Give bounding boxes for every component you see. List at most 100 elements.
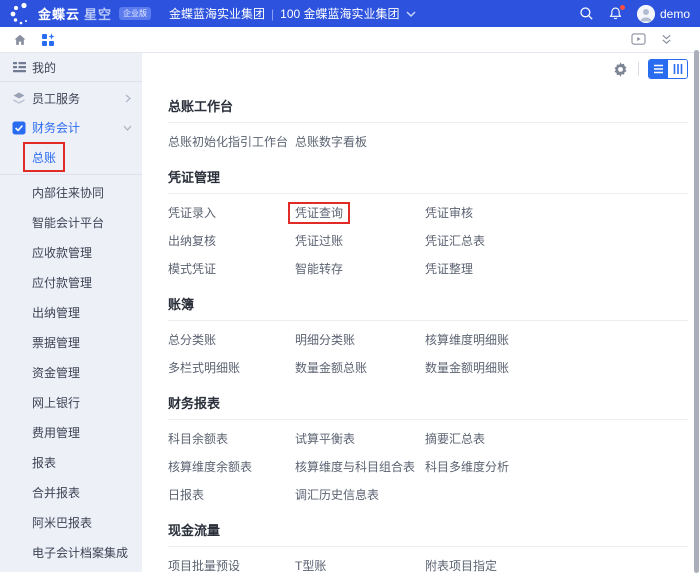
avatar	[636, 4, 655, 23]
menu-link[interactable]: 凭证过账	[295, 227, 343, 255]
section-ledgers: 账簿总分类账 明细分类账 核算维度明细账多栏式明细账 数量金额总账 数量金额明细账	[168, 291, 688, 390]
sidebar-item-general-ledger[interactable]: 总账	[0, 141, 142, 172]
sidebar-item-my[interactable]: 我的	[0, 55, 142, 79]
menu-link[interactable]: 摘要汇总表	[425, 425, 485, 453]
tab-bar: ⋮	[0, 27, 700, 53]
menu-link[interactable]: 总账数字看板	[295, 128, 367, 156]
menu-link[interactable]: 科目余额表	[168, 425, 228, 453]
tab-bar-left	[12, 32, 56, 48]
search-icon[interactable]	[579, 6, 595, 22]
edition-badge: 企业版	[119, 7, 152, 20]
employee-service-icon	[12, 92, 26, 106]
sidebar-item-reports[interactable]: 报表	[0, 447, 142, 477]
menu-link[interactable]: 调汇历史信息表	[295, 481, 379, 509]
section-title: 总账工作台	[168, 99, 234, 114]
sidebar-item-payable[interactable]: 应付款管理	[0, 267, 142, 297]
view-toggle	[648, 59, 688, 79]
notification-dot	[619, 4, 625, 10]
apps-grid-icon[interactable]	[40, 32, 56, 48]
sidebar-item-cashier[interactable]: 出纳管理	[0, 297, 142, 327]
menu-link[interactable]: 智能转存	[295, 255, 343, 283]
sidebar-item-expense[interactable]: 费用管理	[0, 417, 142, 447]
clipped-more-icon: ⋮	[696, 33, 700, 47]
sidebar-item-treasury[interactable]: 资金管理	[0, 357, 142, 387]
sidebar-item-label: 总账	[22, 141, 66, 172]
home-icon[interactable]	[12, 32, 28, 48]
topbar-actions: demo	[579, 4, 690, 23]
section-grid: 总分类账 明细分类账 核算维度明细账多栏式明细账 数量金额总账 数量金额明细账	[168, 321, 688, 390]
topbar: 金蝶云 星空 企业版 金蝶蓝海实业集团 | 100 金蝶蓝海实业集团 demo	[0, 0, 700, 27]
org-separator: |	[271, 6, 275, 21]
sidebar-item-amoeba-reports[interactable]: 阿米巴报表	[0, 507, 142, 537]
sidebar-item-label: 合并报表	[32, 485, 81, 500]
sidebar-item-label: 阿米巴报表	[32, 515, 93, 530]
sidebar-item-internal-transaction[interactable]: 内部往来协同	[0, 177, 142, 207]
card-view-button[interactable]	[668, 60, 687, 78]
org-switcher[interactable]: 金蝶蓝海实业集团 | 100 金蝶蓝海实业集团	[169, 5, 416, 22]
logo-text-secondary: 星空	[84, 7, 113, 22]
sidebar-item-label: 电子会计档案集成	[32, 545, 129, 560]
menu-link[interactable]: 数量金额明细账	[425, 354, 509, 382]
menu-link[interactable]: 核算维度余额表	[168, 453, 252, 481]
sidebar-item-financial-accounting[interactable]: 财务会计	[0, 113, 142, 142]
menu-link[interactable]: 总账初始化指引工作台	[168, 128, 288, 156]
sidebar-item-e-archive[interactable]: 电子会计档案集成	[0, 537, 142, 567]
sidebar-item-label: 票据管理	[32, 335, 81, 350]
sidebar-item-online-banking[interactable]: 网上银行	[0, 387, 142, 417]
menu-sections: 总账工作台总账初始化指引工作台 总账数字看板凭证管理凭证录入 凭证查询 凭证审核出纳复…	[168, 93, 688, 572]
menu-link[interactable]: 凭证整理	[425, 255, 473, 283]
menu-link[interactable]: 试算平衡表	[295, 425, 355, 453]
sidebar-item-label: 费用管理	[32, 425, 81, 440]
menu-link[interactable]: 科目多维度分析	[425, 453, 509, 481]
sidebar-item-employee-service[interactable]: 员工服务	[0, 84, 142, 113]
menu-link[interactable]: 明细分类账	[295, 326, 355, 354]
sidebar-item-label: 内部往来协同	[32, 185, 105, 200]
chevron-down-icon	[406, 11, 416, 17]
menu-link[interactable]: 模式凭证	[168, 255, 216, 283]
menu-link[interactable]: 核算维度明细账	[425, 326, 509, 354]
menu-link[interactable]: 凭证审核	[425, 199, 473, 227]
sidebar-item-label: 员工服务	[32, 92, 81, 106]
user-menu[interactable]: demo	[636, 4, 690, 23]
menu-link[interactable]: 数量金额总账	[295, 354, 367, 382]
section-title: 财务报表	[168, 396, 221, 411]
sidebar-item-receivable[interactable]: 应收款管理	[0, 237, 142, 267]
section-title: 凭证管理	[168, 170, 221, 185]
main-content: 总账工作台总账初始化指引工作台 总账数字看板凭证管理凭证录入 凭证查询 凭证审核出纳复…	[142, 53, 700, 572]
menu-link[interactable]: 凭证查询	[287, 199, 351, 227]
sidebar-item-notes[interactable]: 票据管理	[0, 327, 142, 357]
section-title: 现金流量	[168, 523, 221, 538]
menu-link[interactable]: 核算维度与科目组合表	[295, 453, 415, 481]
menu-link[interactable]: 出纳复核	[168, 227, 216, 255]
section-voucher-management: 凭证管理凭证录入 凭证查询 凭证审核出纳复核 凭证过账 凭证汇总表模式凭证 智能转存 凭证整…	[168, 164, 688, 291]
expand-double-chevron-icon[interactable]	[658, 32, 674, 48]
sidebar-item-label: 出纳管理	[32, 305, 81, 320]
menu-link[interactable]: 附表项目指定	[425, 552, 497, 572]
section-grid: 凭证录入 凭证查询 凭证审核出纳复核 凭证过账 凭证汇总表模式凭证 智能转存 凭证整理	[168, 194, 688, 291]
org-group-name: 金蝶蓝海实业集团	[169, 7, 266, 21]
menu-link[interactable]: 总分类账	[168, 326, 216, 354]
vertical-scrollbar[interactable]	[694, 50, 699, 573]
menu-link[interactable]: 多栏式明细账	[168, 354, 240, 382]
menu-link[interactable]: 项目批量预设	[168, 552, 240, 572]
section-cash-flow: 现金流量项目批量预设T型账附表项目指定附表项目调整现金流量表现金流量查询	[168, 517, 688, 572]
sidebar-item-tax[interactable]: 税务管理	[0, 567, 142, 572]
menu-link[interactable]: 凭证汇总表	[425, 227, 485, 255]
sidebar-item-intelligent-accounting[interactable]: 智能会计平台	[0, 207, 142, 237]
menu-link[interactable]: 日报表	[168, 481, 204, 509]
section-title: 账簿	[168, 297, 195, 312]
sidebar-item-consolidated-reports[interactable]: 合并报表	[0, 477, 142, 507]
video-guide-icon[interactable]	[630, 32, 646, 48]
bell-icon[interactable]	[608, 4, 625, 22]
logo-text-primary: 金蝶云	[38, 7, 81, 22]
list-view-button[interactable]	[649, 60, 668, 78]
org-current-name: 100 金蝶蓝海实业集团	[280, 7, 400, 21]
sidebar-divider	[0, 81, 142, 82]
toolbar-divider	[638, 62, 639, 76]
financial-accounting-icon	[12, 121, 26, 135]
section-grid: 总账初始化指引工作台 总账数字看板	[168, 123, 688, 164]
menu-link[interactable]: T型账	[295, 552, 326, 572]
gear-icon[interactable]	[612, 61, 629, 78]
section-grid: 科目余额表 试算平衡表 摘要汇总表核算维度余额表 核算维度与科目组合表 科目多维度分析日…	[168, 420, 688, 517]
menu-link[interactable]: 凭证录入	[168, 199, 216, 227]
